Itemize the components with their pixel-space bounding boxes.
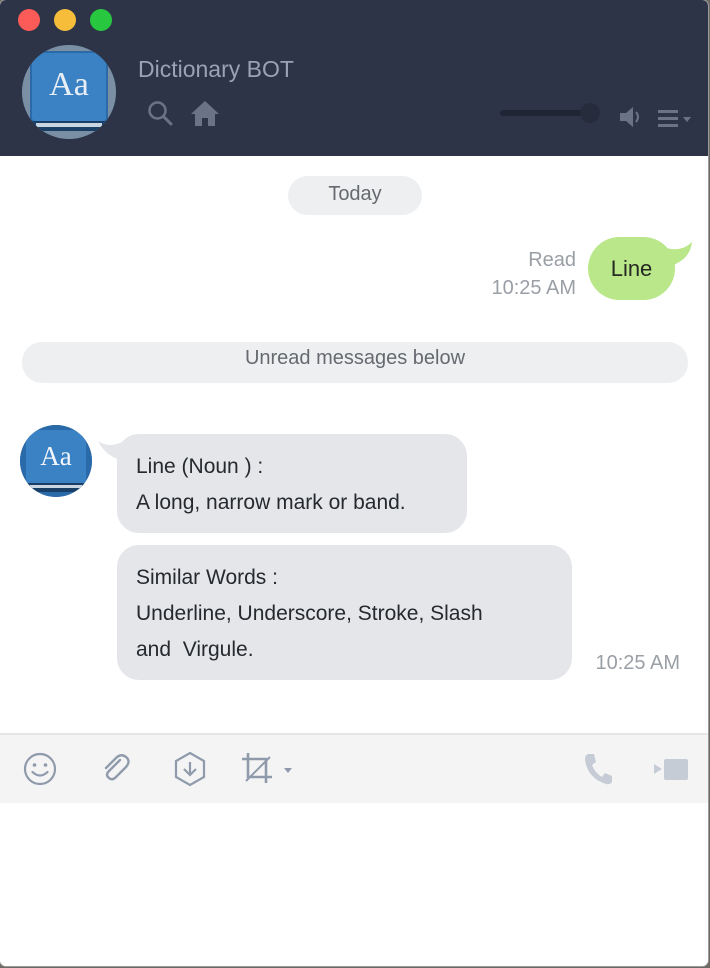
bot-avatar-monogram: Aa xyxy=(40,441,71,471)
chat-window: Aa Dictionary BOT Today Read 10:25 AM Li… xyxy=(0,0,708,966)
date-divider: Today xyxy=(288,176,422,215)
read-receipt: Read xyxy=(528,249,576,271)
message-timestamp: 10:25 AM xyxy=(491,277,576,299)
chat-title: Dictionary BOT xyxy=(138,56,294,82)
message-line: Line (Noun ) : xyxy=(136,455,264,478)
unread-divider: Unread messages below xyxy=(22,342,688,383)
message-line: A long, narrow mark or band. xyxy=(136,491,406,514)
emoji-icon[interactable] xyxy=(22,751,58,792)
home-icon[interactable] xyxy=(190,100,220,131)
bot-avatar[interactable]: Aa xyxy=(20,425,92,497)
close-window-button[interactable] xyxy=(18,9,40,31)
incoming-message-bubble[interactable]: Line (Noun ) : A long, narrow mark or ba… xyxy=(117,434,467,533)
crop-icon[interactable] xyxy=(240,751,298,792)
avatar-monogram: Aa xyxy=(49,66,89,103)
message-toolbar xyxy=(0,733,708,805)
incoming-timestamp: 10:25 AM xyxy=(595,652,680,674)
call-icon[interactable] xyxy=(582,751,614,792)
chat-header: Aa Dictionary BOT xyxy=(0,0,708,156)
minimize-window-button[interactable] xyxy=(54,9,76,31)
message-status: Read 10:25 AM xyxy=(440,246,576,302)
maximize-window-button[interactable] xyxy=(90,9,112,31)
attach-icon[interactable] xyxy=(98,751,134,792)
video-call-icon[interactable] xyxy=(652,751,690,792)
message-input-area[interactable] xyxy=(0,803,708,966)
outgoing-message-bubble[interactable]: Line xyxy=(588,237,675,300)
speaker-icon[interactable] xyxy=(618,104,644,135)
incoming-message-bubble[interactable]: Similar Words : Underline, Underscore, S… xyxy=(117,545,572,680)
download-icon[interactable] xyxy=(172,751,208,792)
menu-icon[interactable] xyxy=(658,108,694,133)
chat-avatar[interactable]: Aa xyxy=(22,45,116,139)
volume-slider-handle[interactable] xyxy=(580,103,600,123)
message-line: Similar Words : xyxy=(136,566,278,589)
message-line: Underline, Underscore, Stroke, Slash xyxy=(136,602,483,625)
message-line: and Virgule. xyxy=(136,638,254,661)
search-icon[interactable] xyxy=(147,100,173,131)
